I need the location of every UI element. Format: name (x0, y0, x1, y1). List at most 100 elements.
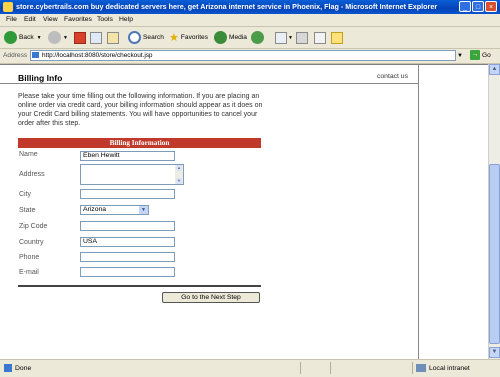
messenger-button[interactable] (331, 30, 343, 45)
menu-help[interactable]: Help (119, 16, 133, 23)
zip-label: Zip Code (19, 223, 48, 230)
next-step-button[interactable]: Go to the Next Step (162, 292, 260, 303)
favorites-label: Favorites (180, 34, 208, 41)
menu-tools[interactable]: Tools (97, 16, 113, 23)
mail-icon (275, 31, 287, 44)
menu-favorites[interactable]: Favorites (64, 16, 92, 23)
go-arrow-icon: → (470, 50, 480, 60)
edit-page-icon (314, 31, 326, 44)
page-viewport: Billing Info contact us Please take your… (0, 64, 488, 360)
contact-us-link[interactable]: contact us (377, 73, 408, 80)
email-label: E-mail (19, 269, 39, 276)
name-field[interactable]: Eben Hewitt (80, 151, 175, 161)
state-selected-value: Arizona (83, 206, 107, 213)
go-label: Go (482, 51, 491, 59)
status-text: Done (15, 364, 32, 372)
note-icon (331, 31, 343, 44)
address-bar: Address http://localhost:8080/store/chec… (0, 49, 500, 64)
history-icon (251, 31, 264, 44)
history-button[interactable] (251, 30, 266, 45)
address-label-field: Address (19, 171, 45, 178)
forward-arrow-icon (48, 31, 61, 44)
search-label: Search (143, 34, 164, 41)
name-label: Name (19, 151, 38, 158)
page-scrollbar[interactable]: ▲ ▼ (488, 64, 500, 359)
country-label: Country (19, 239, 44, 246)
scroll-up-arrow-icon[interactable]: ▲ (489, 64, 500, 75)
phone-field[interactable] (80, 252, 175, 262)
status-done: Done (4, 364, 31, 372)
scroll-thumb[interactable] (489, 164, 500, 344)
go-button[interactable]: → Go (470, 50, 491, 60)
window-title: store.cybertrails.com buy dedicated serv… (16, 2, 438, 11)
maximize-button[interactable]: □ (472, 1, 484, 12)
phone-label: Phone (19, 254, 40, 261)
toolbar: Back ▼ ▼ Search ★ Favorites Media ▼ (0, 27, 500, 49)
minimize-button[interactable]: _ (459, 1, 471, 12)
title-bar: store.cybertrails.com buy dedicated serv… (0, 0, 500, 14)
print-icon (296, 31, 308, 44)
forward-button[interactable]: ▼ (48, 30, 68, 45)
refresh-icon (90, 31, 102, 44)
email-field[interactable] (80, 267, 175, 277)
form-divider (18, 285, 261, 287)
media-label: Media (229, 34, 247, 41)
menu-edit[interactable]: Edit (24, 16, 36, 23)
home-icon (107, 31, 119, 44)
forward-dropdown-icon: ▼ (63, 34, 68, 41)
back-dropdown-icon: ▼ (36, 34, 42, 41)
stop-button[interactable] (74, 30, 86, 45)
country-field[interactable]: USA (80, 237, 175, 247)
city-field[interactable] (80, 189, 175, 199)
right-rule (418, 65, 419, 360)
menu-file[interactable]: File (6, 16, 17, 23)
status-separator (330, 362, 331, 374)
home-button[interactable] (107, 30, 119, 45)
zone-label: Local intranet (429, 364, 470, 372)
refresh-button[interactable] (90, 30, 102, 45)
section-header: Billing Information (18, 138, 261, 148)
scroll-down-icon[interactable]: ▼ (176, 178, 182, 184)
state-select[interactable]: Arizona ▼ (80, 205, 149, 215)
zip-field[interactable] (80, 221, 175, 231)
city-label: City (19, 191, 32, 198)
menu-bar: File Edit View Favorites Tools Help (0, 14, 500, 27)
address-dropdown-icon[interactable]: ▼ (457, 51, 466, 61)
stop-icon (74, 31, 86, 44)
star-icon: ★ (169, 32, 179, 44)
intranet-icon (416, 364, 426, 372)
mail-dropdown-icon: ▼ (288, 34, 293, 41)
intro-text: Please take your time filling out the fo… (18, 93, 263, 127)
back-button[interactable]: Back ▼ (4, 30, 42, 45)
security-zone: Local intranet (416, 364, 470, 372)
status-separator (412, 362, 413, 374)
close-button[interactable]: × (485, 1, 497, 12)
address-textarea[interactable]: ▲ ▼ (80, 164, 184, 185)
address-label: Address (3, 52, 28, 59)
search-button[interactable]: Search (128, 30, 164, 45)
state-label: State (19, 207, 36, 214)
header-divider (0, 83, 418, 84)
print-button[interactable] (296, 30, 308, 45)
textarea-scrollbar[interactable]: ▲ ▼ (175, 165, 183, 184)
favorites-button[interactable]: ★ Favorites (169, 30, 208, 45)
ie-icon (3, 2, 13, 12)
page-heading: Billing Info (18, 73, 63, 83)
status-bar: Done Local intranet (0, 359, 500, 377)
address-input[interactable]: http://localhost:8080/store/checkout.jsp (30, 50, 456, 61)
page-content: Billing Info contact us Please take your… (0, 65, 419, 360)
back-arrow-icon (4, 31, 17, 44)
chevron-down-icon[interactable]: ▼ (139, 206, 148, 214)
search-icon (128, 31, 141, 44)
back-label: Back (19, 34, 34, 41)
scroll-up-icon[interactable]: ▲ (176, 165, 182, 171)
page-done-icon (4, 364, 12, 372)
media-button[interactable]: Media (214, 30, 247, 45)
page-icon (32, 52, 39, 58)
status-separator (300, 362, 301, 374)
scroll-down-arrow-icon[interactable]: ▼ (489, 347, 500, 358)
mail-button[interactable]: ▼ (275, 30, 293, 45)
media-icon (214, 31, 227, 44)
edit-button[interactable] (314, 30, 326, 45)
menu-view[interactable]: View (43, 16, 58, 23)
